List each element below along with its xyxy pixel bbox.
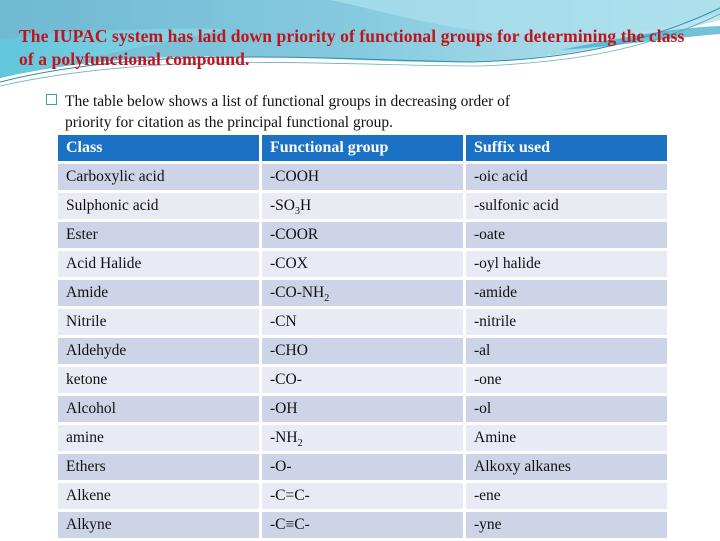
cell-class: Ethers bbox=[58, 454, 259, 480]
cell-class: Alkyne bbox=[58, 512, 259, 538]
group-formula: -COOR bbox=[270, 226, 319, 243]
cell-functional-group: -CO-NH2 bbox=[262, 280, 463, 306]
bullet-line-2: priority for citation as the principal f… bbox=[65, 114, 393, 131]
group-formula-tail: H bbox=[299, 197, 312, 214]
cell-functional-group: -COX bbox=[262, 251, 463, 277]
cell-class: Acid Halide bbox=[58, 251, 259, 277]
cell-class: Alkene bbox=[58, 483, 259, 509]
group-formula: -SO bbox=[270, 197, 295, 214]
table-row: Alkene -C=C- -ene bbox=[58, 483, 667, 509]
group-formula: -NH bbox=[270, 429, 298, 446]
bullet-paragraph: The table below shows a list of function… bbox=[46, 91, 686, 133]
functional-groups-table: Class Functional group Suffix used Carbo… bbox=[55, 132, 670, 541]
group-formula: -C≡C- bbox=[270, 516, 310, 533]
cell-suffix: Amine bbox=[466, 425, 667, 451]
cell-suffix: -one bbox=[466, 367, 667, 393]
group-formula: -O- bbox=[270, 458, 292, 475]
group-formula: -COOH bbox=[270, 168, 320, 185]
bullet-line-1: The table below shows a list of function… bbox=[65, 93, 511, 110]
table-header-row: Class Functional group Suffix used bbox=[58, 135, 667, 161]
table-row: Acid Halide -COX -oyl halide bbox=[58, 251, 667, 277]
cell-functional-group: -C≡C- bbox=[262, 512, 463, 538]
table-row: amine -NH2 Amine bbox=[58, 425, 667, 451]
cell-functional-group: -NH2 bbox=[262, 425, 463, 451]
cell-class: Ester bbox=[58, 222, 259, 248]
cell-suffix: -oate bbox=[466, 222, 667, 248]
square-bullet-icon bbox=[46, 94, 57, 105]
table-row: Amide -CO-NH2 -amide bbox=[58, 280, 667, 306]
cell-functional-group: -SO3H bbox=[262, 193, 463, 219]
group-formula: -CN bbox=[270, 313, 297, 330]
cell-class: Carboxylic acid bbox=[58, 164, 259, 190]
cell-class: amine bbox=[58, 425, 259, 451]
table-row: ketone -CO- -one bbox=[58, 367, 667, 393]
table-row: Carboxylic acid -COOH -oic acid bbox=[58, 164, 667, 190]
cell-functional-group: -COOR bbox=[262, 222, 463, 248]
cell-class: Amide bbox=[58, 280, 259, 306]
cell-suffix: -oic acid bbox=[466, 164, 667, 190]
header-suffix: Suffix used bbox=[466, 135, 667, 161]
group-formula: -CHO bbox=[270, 342, 308, 359]
cell-class: ketone bbox=[58, 367, 259, 393]
cell-suffix: -al bbox=[466, 338, 667, 364]
table-row: Sulphonic acid -SO3H -sulfonic acid bbox=[58, 193, 667, 219]
table-row: Aldehyde -CHO -al bbox=[58, 338, 667, 364]
header-class: Class bbox=[58, 135, 259, 161]
cell-suffix: -sulfonic acid bbox=[466, 193, 667, 219]
cell-functional-group: -O- bbox=[262, 454, 463, 480]
table-row: Nitrile -CN -nitrile bbox=[58, 309, 667, 335]
group-formula: -CO-NH bbox=[270, 284, 325, 301]
table-row: Ethers -O- Alkoxy alkanes bbox=[58, 454, 667, 480]
cell-suffix: -amide bbox=[466, 280, 667, 306]
table-row: Ester -COOR -oate bbox=[58, 222, 667, 248]
group-formula: -CO- bbox=[270, 371, 302, 388]
cell-functional-group: -CN bbox=[262, 309, 463, 335]
cell-functional-group: -CO- bbox=[262, 367, 463, 393]
cell-suffix: -ene bbox=[466, 483, 667, 509]
cell-class: Nitrile bbox=[58, 309, 259, 335]
cell-suffix: -oyl halide bbox=[466, 251, 667, 277]
cell-functional-group: -C=C- bbox=[262, 483, 463, 509]
cell-suffix: Alkoxy alkanes bbox=[466, 454, 667, 480]
group-formula: -C=C- bbox=[270, 487, 310, 504]
cell-functional-group: -CHO bbox=[262, 338, 463, 364]
table-row: Alkyne -C≡C- -yne bbox=[58, 512, 667, 538]
cell-class: Alcohol bbox=[58, 396, 259, 422]
cell-suffix: -nitrile bbox=[466, 309, 667, 335]
cell-functional-group: -OH bbox=[262, 396, 463, 422]
cell-class: Aldehyde bbox=[58, 338, 259, 364]
slide-title: The IUPAC system has laid down priority … bbox=[19, 26, 685, 69]
group-subscript: 2 bbox=[297, 438, 303, 449]
group-formula: -COX bbox=[270, 255, 308, 272]
cell-suffix: -ol bbox=[466, 396, 667, 422]
cell-class: Sulphonic acid bbox=[58, 193, 259, 219]
cell-functional-group: -COOH bbox=[262, 164, 463, 190]
cell-suffix: -yne bbox=[466, 512, 667, 538]
group-formula: -OH bbox=[270, 400, 298, 417]
table-row: Alcohol -OH -ol bbox=[58, 396, 667, 422]
header-functional-group: Functional group bbox=[262, 135, 463, 161]
group-subscript: 2 bbox=[324, 293, 330, 304]
